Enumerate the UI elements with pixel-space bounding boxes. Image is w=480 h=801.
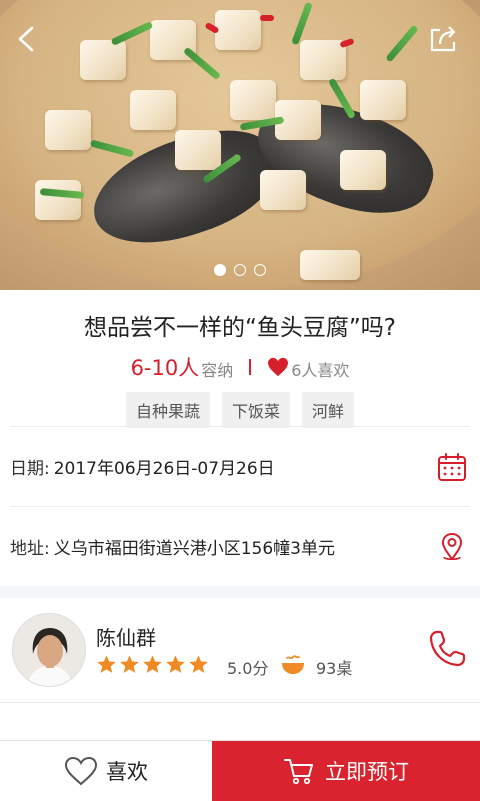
- tables-count: 93桌: [316, 659, 353, 678]
- divider: [249, 359, 252, 375]
- address-label: 地址:: [10, 539, 50, 559]
- carousel-dot[interactable]: [254, 264, 266, 276]
- tag: 河鲜: [302, 392, 355, 428]
- tofu-piece: [340, 150, 386, 190]
- book-now-label: 立即预订: [325, 760, 409, 784]
- carousel-indicator: [0, 264, 480, 276]
- tofu-piece: [360, 80, 406, 120]
- carousel-dot[interactable]: [214, 264, 226, 276]
- heart-icon: [268, 357, 289, 377]
- host-name: 陈仙群: [96, 626, 156, 650]
- date-label: 日期:: [10, 459, 50, 479]
- tag-list: 自种果蔬 下饭菜 河鲜: [0, 392, 480, 428]
- share-icon[interactable]: [426, 22, 460, 56]
- book-now-button[interactable]: 立即预订: [212, 741, 480, 801]
- star-icon: [120, 655, 139, 673]
- star-icon: [143, 655, 162, 673]
- tofu-piece: [260, 170, 306, 210]
- back-icon[interactable]: [10, 22, 44, 56]
- tofu-piece: [300, 40, 346, 80]
- tag: 自种果蔬: [125, 392, 210, 428]
- tofu-piece: [35, 180, 81, 220]
- phone-icon[interactable]: [426, 628, 468, 670]
- capacity-label: 容纳: [201, 361, 234, 380]
- calendar-icon[interactable]: [436, 451, 468, 483]
- star-rating: [96, 654, 209, 675]
- rating-score: 5.0分: [227, 659, 269, 678]
- address-value: 义乌市福田街道兴港小区156幢3单元: [53, 539, 335, 559]
- tofu-piece: [175, 130, 221, 170]
- section-gap: [0, 586, 480, 598]
- tofu-piece: [80, 40, 126, 80]
- dish-title: 想品尝不一样的“鱼头豆腐”吗?: [83, 315, 397, 341]
- like-button[interactable]: 喜欢: [0, 741, 212, 801]
- cart-icon: [284, 759, 313, 785]
- dish-meta: 6-10人 容纳 6人喜欢: [0, 354, 480, 380]
- tag: 下饭菜: [221, 392, 290, 428]
- address-row: 地址: 义乌市福田街道兴港小区156幢3单元: [10, 506, 470, 586]
- like-label: 喜欢: [106, 760, 148, 784]
- date-row: 日期: 2017年06月26日-07月26日: [10, 426, 470, 506]
- bottom-action-bar: 喜欢 立即预订: [0, 740, 480, 801]
- tofu-piece: [45, 110, 91, 150]
- heart-outline-icon: [64, 756, 98, 786]
- location-icon[interactable]: [436, 531, 468, 563]
- likes-count: 6人喜欢: [291, 361, 350, 380]
- tofu-piece: [130, 90, 176, 130]
- date-value: 2017年06月26日-07月26日: [53, 459, 275, 479]
- star-icon: [189, 655, 208, 673]
- tofu-piece: [215, 10, 261, 50]
- dish-photo[interactable]: [0, 0, 480, 290]
- host-card[interactable]: 陈仙群 5.0分 93桌: [0, 598, 480, 703]
- star-icon: [166, 655, 185, 673]
- star-icon: [97, 655, 116, 673]
- tofu-piece: [230, 80, 276, 120]
- avatar[interactable]: [12, 613, 86, 687]
- pepper-piece: [260, 15, 274, 21]
- carousel-dot[interactable]: [234, 264, 246, 276]
- people-count: 6-10人: [130, 356, 200, 380]
- bowl-icon: [282, 655, 304, 674]
